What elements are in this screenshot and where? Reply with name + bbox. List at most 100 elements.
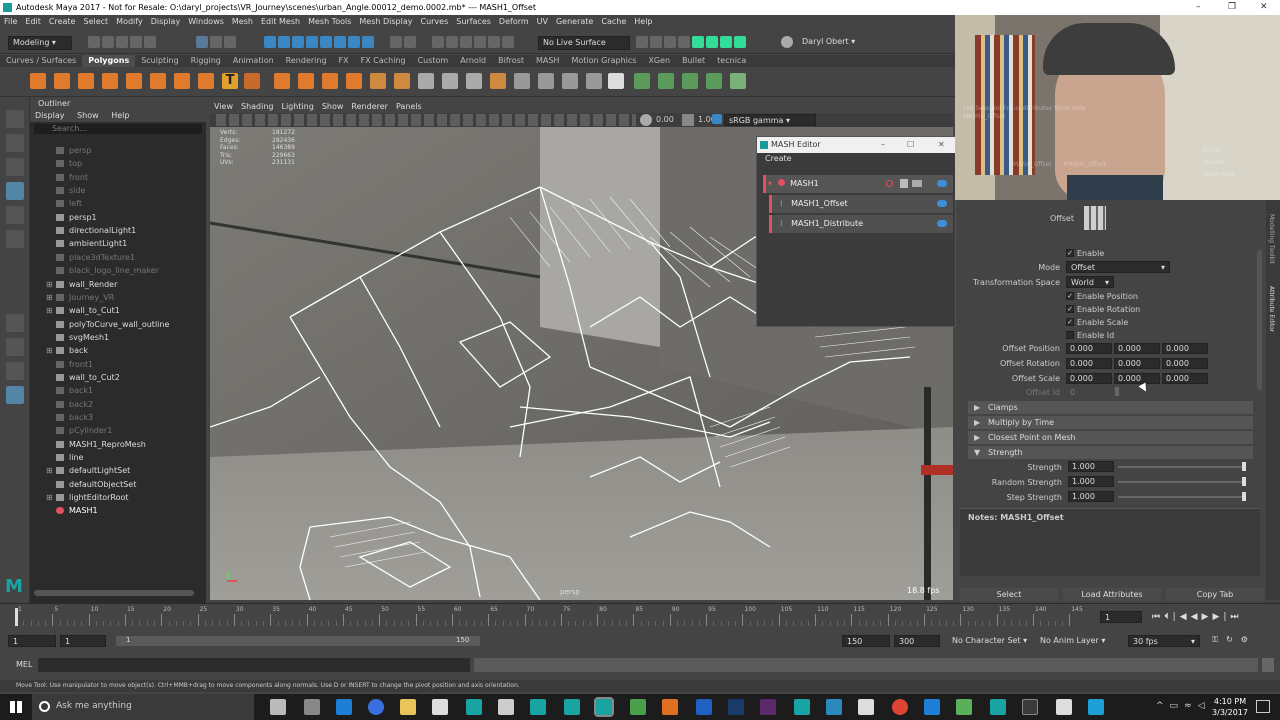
- shelf-tab-polygons[interactable]: Polygons: [82, 55, 136, 67]
- bridge-icon[interactable]: [394, 73, 410, 89]
- mash-create-menu[interactable]: Create: [757, 153, 955, 165]
- append-polygon-icon[interactable]: [490, 73, 506, 89]
- viewport-menu-shading[interactable]: Shading: [237, 101, 278, 113]
- outliner-item[interactable]: ⊞ wall_Render: [30, 278, 200, 291]
- user-account-dropdown[interactable]: Daryl Obert ▾: [798, 36, 868, 48]
- uv-editor-icon[interactable]: [514, 73, 530, 89]
- script-editor-icon[interactable]: [1262, 658, 1274, 672]
- strength-section[interactable]: ▼ Strength: [968, 446, 1253, 459]
- scale-tool-icon[interactable]: [6, 230, 24, 248]
- outliner-item[interactable]: pCylinder1: [30, 424, 200, 437]
- random-strength-field[interactable]: 1.000: [1068, 476, 1114, 487]
- render-settings-icon[interactable]: [502, 36, 514, 48]
- minimize-button[interactable]: –: [1196, 0, 1201, 15]
- toggle-attribute-editor-icon[interactable]: [706, 36, 718, 48]
- poly-cone-icon[interactable]: [102, 73, 118, 89]
- app-circle-icon[interactable]: [368, 699, 384, 715]
- redo-icon[interactable]: [144, 36, 156, 48]
- outliner-item[interactable]: front: [30, 171, 200, 184]
- maya-taskbar-icon-1[interactable]: [466, 699, 482, 715]
- outliner-item[interactable]: side: [30, 184, 200, 197]
- poly-torus-icon[interactable]: [126, 73, 142, 89]
- outliner-menu-help[interactable]: Help: [106, 110, 134, 122]
- toggle-channel-box-icon[interactable]: [720, 36, 732, 48]
- next-key-icon[interactable]: ▶|: [1212, 612, 1230, 622]
- lasso-tool-icon[interactable]: [6, 134, 24, 152]
- auto-key-icon[interactable]: ↻: [1226, 635, 1241, 644]
- playback-start-field[interactable]: 1: [60, 635, 106, 647]
- outliner-item[interactable]: ⊞ lightEditorRoot: [30, 491, 200, 504]
- file-explorer-icon[interactable]: [400, 699, 416, 715]
- layout-uv-icon[interactable]: [608, 73, 624, 89]
- mash-outliner-icon[interactable]: [730, 73, 746, 89]
- current-time-marker[interactable]: [15, 608, 18, 626]
- viewport-menu-lighting[interactable]: Lighting: [277, 101, 317, 113]
- tray-chevron-icon[interactable]: ^: [1156, 701, 1170, 711]
- character-set-dropdown[interactable]: No Character Set ▾: [952, 635, 1027, 647]
- tray-wifi-icon[interactable]: ≈: [1184, 701, 1198, 711]
- step-back-icon[interactable]: ⏴: [1164, 612, 1173, 622]
- lock-icon[interactable]: [390, 36, 402, 48]
- save-scene-icon[interactable]: [116, 36, 128, 48]
- mash-create-icon[interactable]: [634, 73, 650, 89]
- platonic-solid-icon[interactable]: [198, 73, 214, 89]
- outliner-scrollbar[interactable]: [34, 590, 194, 596]
- mash-record-icon[interactable]: [886, 180, 893, 187]
- shelf-tab-bullet[interactable]: Bullet: [676, 55, 711, 67]
- cut-uv-icon[interactable]: [586, 73, 602, 89]
- anim-end-field[interactable]: 300: [894, 635, 940, 647]
- modelling-toolkit-tab[interactable]: Modelling Toolkit: [1268, 214, 1275, 264]
- mash-repro-icon[interactable]: [682, 73, 698, 89]
- offset-scale-x-field[interactable]: 0.000: [1066, 373, 1112, 384]
- planar-map-icon[interactable]: [538, 73, 554, 89]
- outliner-item[interactable]: MASH1_ReproMesh: [30, 438, 200, 451]
- select-object-icon[interactable]: [210, 36, 222, 48]
- task-view-icon[interactable]: [270, 699, 286, 715]
- boolean-icon[interactable]: [346, 73, 362, 89]
- combine-icon[interactable]: [274, 73, 290, 89]
- mash-distribute-toggle[interactable]: [937, 220, 947, 227]
- menu-curves[interactable]: Curves: [416, 15, 452, 29]
- magnet-icon[interactable]: [404, 36, 416, 48]
- random-strength-slider-handle[interactable]: [1242, 477, 1246, 486]
- view-transform-dropdown[interactable]: sRGB gamma ▾: [724, 114, 816, 126]
- shelf-tab-sculpting[interactable]: Sculpting: [135, 55, 184, 67]
- copy-tab-button[interactable]: Copy Tab: [1166, 588, 1264, 601]
- go-to-end-icon[interactable]: ⏭: [1230, 612, 1242, 622]
- store-icon[interactable]: [432, 699, 448, 715]
- open-scene-icon[interactable]: [102, 36, 114, 48]
- ipr-render-icon[interactable]: [664, 36, 676, 48]
- shelf-tab-rigging[interactable]: Rigging: [185, 55, 227, 67]
- random-strength-slider[interactable]: [1118, 481, 1246, 483]
- menu-edit[interactable]: Edit: [21, 15, 45, 29]
- chrome-icon[interactable]: [892, 699, 908, 715]
- menu-edit-mesh[interactable]: Edit Mesh: [257, 15, 304, 29]
- shelf-tab-fx-caching[interactable]: FX Caching: [355, 55, 412, 67]
- tray-network-icon[interactable]: ▭: [1170, 701, 1185, 711]
- menu-uv[interactable]: UV: [533, 15, 552, 29]
- mash-maximize-button[interactable]: ☐: [907, 137, 914, 153]
- taskbar-search-box[interactable]: Ask me anything: [32, 694, 254, 720]
- poly-cylinder-icon[interactable]: [78, 73, 94, 89]
- terminal-icon[interactable]: [1022, 699, 1038, 715]
- render-view-icon[interactable]: [636, 36, 648, 48]
- taskbar-clock[interactable]: 4:10 PM 3/3/2017: [1210, 696, 1250, 718]
- shelf-tab-motion-graphics[interactable]: Motion Graphics: [565, 55, 642, 67]
- skype-icon[interactable]: [1088, 699, 1104, 715]
- offset-position-z-field[interactable]: 0.000: [1162, 343, 1208, 354]
- snap-surface-icon[interactable]: [320, 36, 332, 48]
- offset-scale-y-field[interactable]: 0.000: [1114, 373, 1160, 384]
- multi-cut-icon[interactable]: [442, 73, 458, 89]
- snap-live-icon[interactable]: [334, 36, 346, 48]
- clamps-section[interactable]: ▶ Clamps: [968, 401, 1253, 414]
- viewport-menu-show[interactable]: Show: [318, 101, 348, 113]
- outliner-item[interactable]: persp: [30, 144, 200, 157]
- outliner-item[interactable]: ⊞ back: [30, 344, 200, 357]
- viewport-menu-renderer[interactable]: Renderer: [347, 101, 392, 113]
- outliner-item[interactable]: back2: [30, 398, 200, 411]
- photoshop-icon[interactable]: [728, 699, 744, 715]
- calculator-icon[interactable]: [1056, 699, 1072, 715]
- outliner-search-input[interactable]: Search...: [34, 124, 202, 134]
- offset-rotation-z-field[interactable]: 0.000: [1162, 358, 1208, 369]
- exposure-value[interactable]: 0.00: [656, 114, 674, 126]
